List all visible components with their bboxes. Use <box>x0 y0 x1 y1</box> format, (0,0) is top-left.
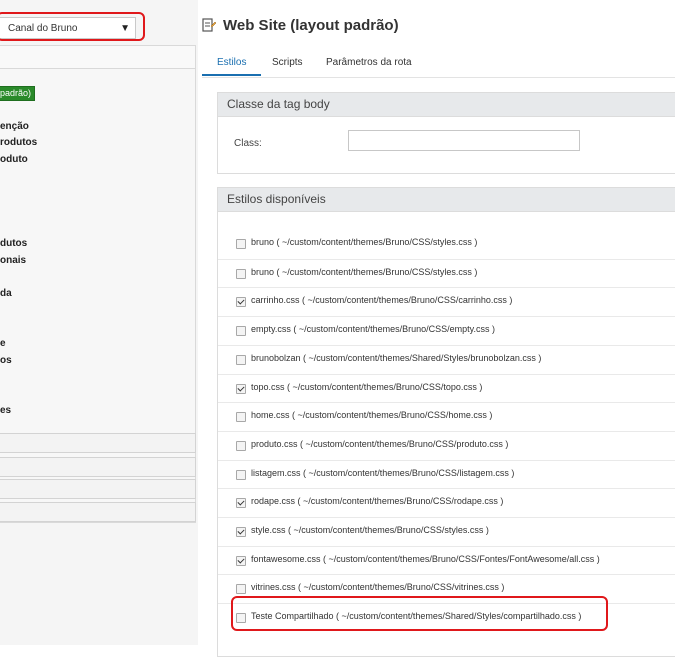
style-label: rodape.css ( ~/custom/content/themes/Bru… <box>251 496 504 507</box>
style-row: topo.css ( ~/custom/content/themes/Bruno… <box>218 373 675 402</box>
style-label: brunobolzan ( ~/custom/content/themes/Sh… <box>251 352 542 363</box>
style-label: bruno ( ~/custom/content/themes/Bruno/CS… <box>251 266 478 277</box>
style-row: home.css ( ~/custom/content/themes/Bruno… <box>218 402 675 430</box>
style-checkbox[interactable] <box>236 555 246 566</box>
highlight-box-shared-style-row <box>231 596 608 631</box>
style-label: vitrines.css ( ~/custom/content/themes/B… <box>251 582 505 593</box>
style-checkbox[interactable] <box>236 326 246 337</box>
style-label: empty.css ( ~/custom/content/themes/Brun… <box>251 324 496 335</box>
style-label: bruno ( ~/custom/content/themes/Bruno/CS… <box>251 237 478 247</box>
style-checkbox[interactable] <box>236 584 246 595</box>
style-row: bruno ( ~/custom/content/themes/Bruno/CS… <box>218 258 675 287</box>
sidebar-collapsed-section[interactable] <box>0 502 196 522</box>
style-row: brunobolzan ( ~/custom/content/themes/Sh… <box>218 344 675 373</box>
style-row: style.css ( ~/custom/content/themes/Brun… <box>218 517 675 545</box>
style-label: topo.css ( ~/custom/content/themes/Bruno… <box>251 381 483 392</box>
style-label: home.css ( ~/custom/content/themes/Bruno… <box>251 410 493 421</box>
sidebar-collapsed-section[interactable] <box>0 457 196 477</box>
sidebar-item[interactable]: os <box>0 355 12 366</box>
sidebar: Canal do Bruno ▼ padrão) enção rodutos o… <box>0 0 198 645</box>
panel-title: Estilos disponíveis <box>218 188 675 212</box>
sidebar-item[interactable]: e <box>0 338 6 349</box>
highlight-box-channel-select <box>0 12 145 41</box>
edit-page-icon <box>202 18 216 32</box>
style-label: listagem.css ( ~/custom/content/themes/B… <box>251 467 515 478</box>
panel-title: Classe da tag body <box>218 93 675 117</box>
style-label: fontawesome.css ( ~/custom/content/theme… <box>251 553 600 564</box>
tab-divider <box>202 77 675 78</box>
style-row: fontawesome.css ( ~/custom/content/theme… <box>218 545 675 574</box>
style-checkbox[interactable] <box>236 440 246 451</box>
sidebar-panel-header <box>0 46 195 69</box>
sidebar-item[interactable]: oduto <box>0 154 28 165</box>
style-label: carrinho.css ( ~/custom/content/themes/B… <box>251 295 513 306</box>
style-checkbox[interactable] <box>236 239 246 249</box>
style-checkbox[interactable] <box>236 297 246 308</box>
sidebar-item[interactable]: rodutos <box>0 137 37 148</box>
style-row: bruno ( ~/custom/content/themes/Bruno/CS… <box>218 230 675 258</box>
sidebar-item[interactable]: da <box>0 288 12 299</box>
sidebar-collapsed-section[interactable] <box>0 433 196 453</box>
style-label: produto.css ( ~/custom/content/themes/Br… <box>251 438 509 449</box>
style-checkbox[interactable] <box>236 383 246 394</box>
style-checkbox[interactable] <box>236 498 246 509</box>
style-checkbox[interactable] <box>236 268 246 279</box>
class-field-label: Class: <box>234 138 262 149</box>
class-input[interactable] <box>348 130 580 151</box>
body-class-panel: Classe da tag body Class: <box>217 92 675 174</box>
sidebar-item[interactable]: onais <box>0 255 26 266</box>
sidebar-collapsed-section[interactable] <box>0 479 196 499</box>
style-checkbox[interactable] <box>236 354 246 365</box>
sidebar-item[interactable]: enção <box>0 121 29 132</box>
sidebar-item[interactable]: es <box>0 405 11 416</box>
tab-estilos[interactable]: Estilos <box>202 52 262 76</box>
style-label: style.css ( ~/custom/content/themes/Brun… <box>251 525 489 535</box>
style-row: listagem.css ( ~/custom/content/themes/B… <box>218 459 675 488</box>
style-row: empty.css ( ~/custom/content/themes/Brun… <box>218 316 675 344</box>
tab-scripts[interactable]: Scripts <box>257 52 318 76</box>
style-row: carrinho.css ( ~/custom/content/themes/B… <box>218 287 675 315</box>
sidebar-item[interactable]: dutos <box>0 238 27 249</box>
tab-parametros-da-rota[interactable]: Parâmetros da rota <box>311 52 427 76</box>
default-badge: padrão) <box>0 86 36 101</box>
style-checkbox[interactable] <box>236 469 246 480</box>
style-row: produto.css ( ~/custom/content/themes/Br… <box>218 430 675 459</box>
style-row: rodape.css ( ~/custom/content/themes/Bru… <box>218 488 675 516</box>
page-title: Web Site (layout padrão) <box>223 17 399 34</box>
available-styles-panel: Estilos disponíveis bruno ( ~/custom/con… <box>217 187 675 657</box>
style-checkbox[interactable] <box>236 527 246 537</box>
style-checkbox[interactable] <box>236 412 246 423</box>
